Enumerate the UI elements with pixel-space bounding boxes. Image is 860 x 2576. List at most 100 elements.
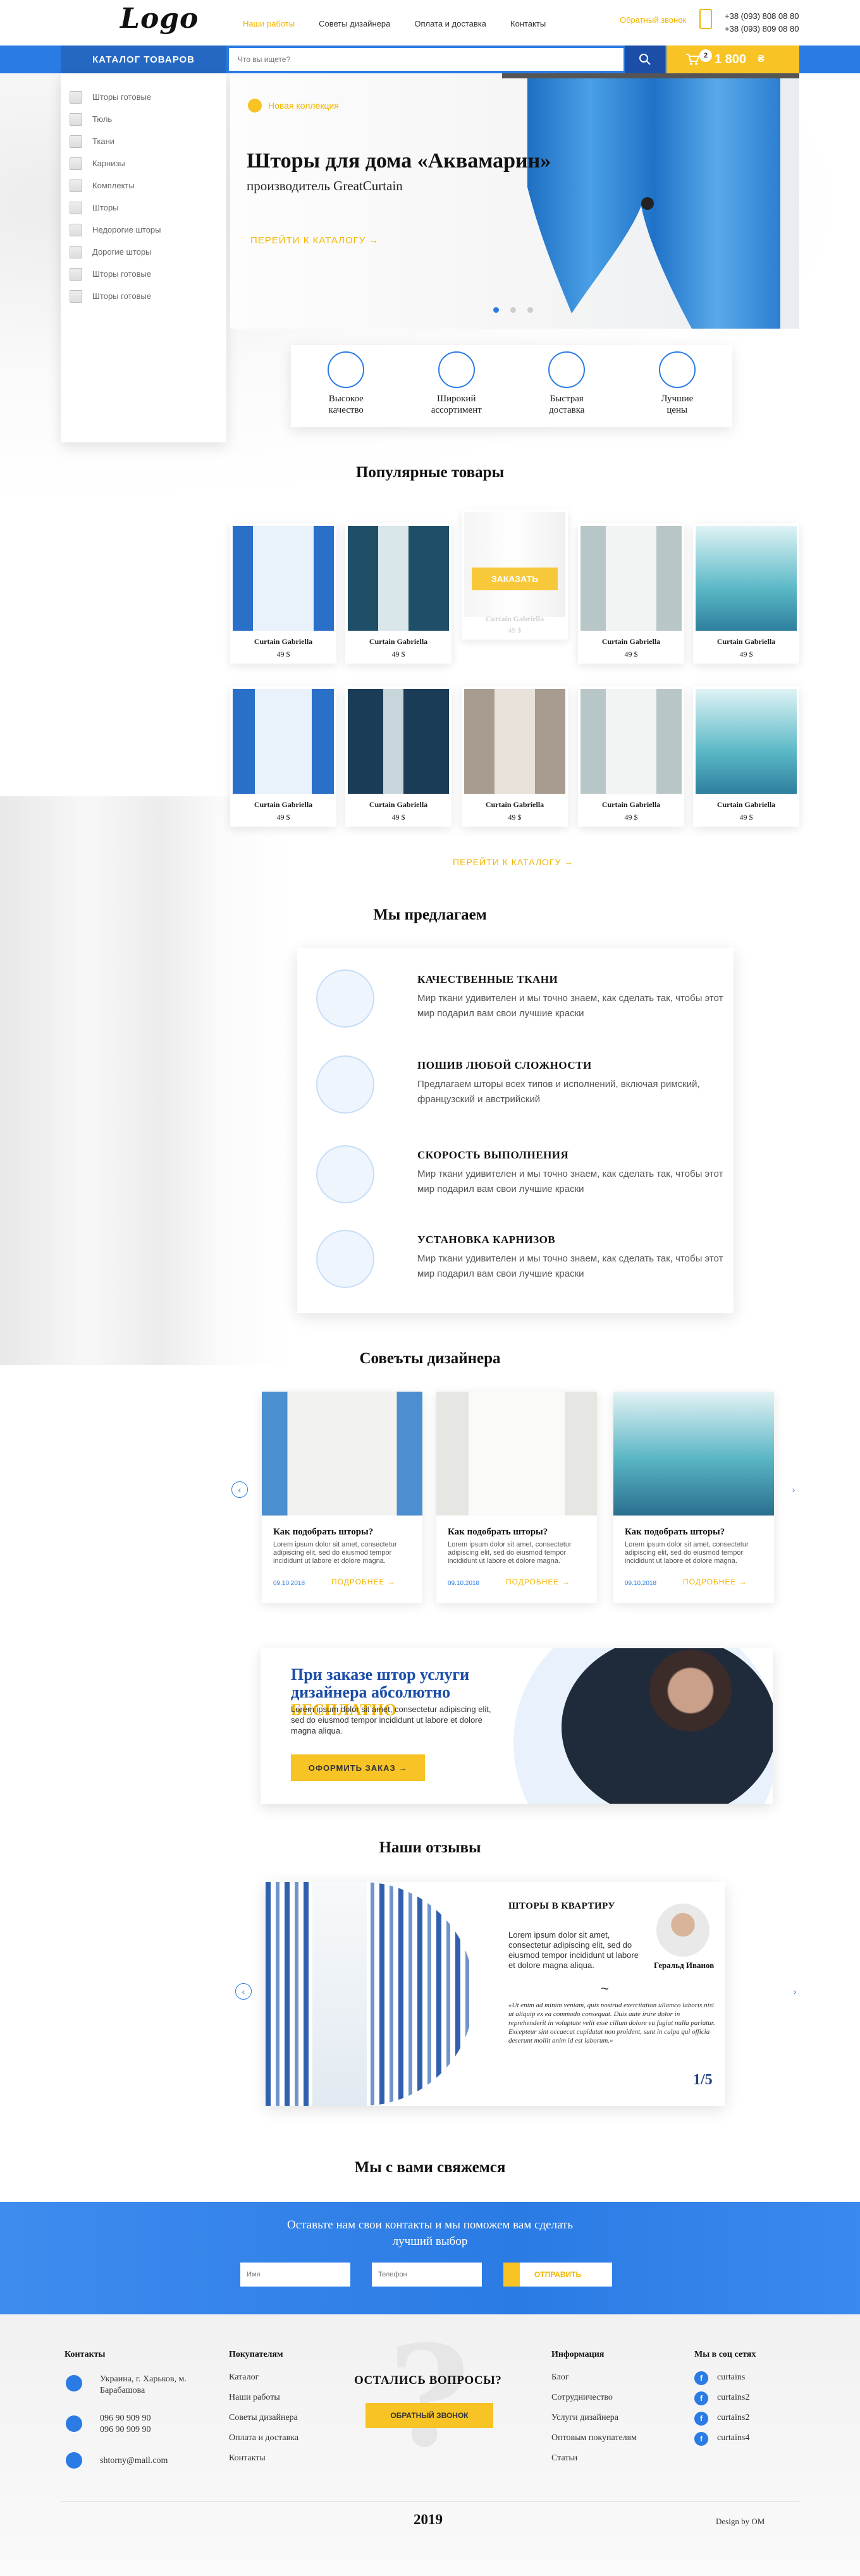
catalog-link[interactable]: ПЕРЕЙТИ К КАТАЛОГУ →: [453, 857, 574, 867]
footer-link[interactable]: Контакты: [229, 2453, 266, 2464]
product-card[interactable]: Curtain Gabriella 49 $: [693, 523, 799, 664]
fabric-icon: [316, 969, 374, 1028]
sidebar-item[interactable]: Шторы готовые: [61, 86, 226, 108]
footer-link[interactable]: Статьи: [551, 2453, 577, 2464]
nav-contacts[interactable]: Контакты: [510, 19, 546, 28]
reviews-next-button[interactable]: ›: [787, 1983, 803, 2000]
facebook-icon[interactable]: f: [694, 2432, 708, 2446]
phone-number-1[interactable]: +38 (093) 808 08 80: [725, 10, 799, 23]
product-card-hover[interactable]: ЗАКАЗАТЬ Curtain Gabriella 49 $: [462, 509, 568, 640]
reviewer-avatar: [656, 1904, 710, 1957]
footer-phone[interactable]: 096 90 909 90: [100, 2424, 151, 2436]
place-order-button[interactable]: ОФОРМИТЬ ЗАКАЗ →: [291, 1754, 425, 1781]
hero-title: Шторы для дома «Аквамарин»: [247, 149, 551, 173]
footer-link[interactable]: Каталог: [229, 2372, 259, 2383]
search-button[interactable]: [625, 46, 665, 73]
nav-our-works[interactable]: Наши работы: [243, 19, 295, 28]
product-card[interactable]: Curtain Gabriella 49 $: [345, 523, 452, 664]
sidebar-item[interactable]: Карнизы: [61, 152, 226, 174]
phone-number-2[interactable]: +38 (093) 809 08 80: [725, 23, 799, 35]
product-card[interactable]: Curtain Gabriella 49 $: [578, 523, 684, 664]
sidebar-item[interactable]: Тюль: [61, 108, 226, 130]
logo[interactable]: Logo: [120, 3, 199, 35]
tip-card[interactable]: Как подобрать шторы? Lorem ipsum dolor s…: [436, 1392, 597, 1603]
footer-link[interactable]: Советы дизайнера: [229, 2413, 298, 2423]
social-link[interactable]: curtains4: [717, 2433, 749, 2443]
product-name: Curtain Gabriella: [254, 800, 313, 809]
sidebar-item[interactable]: Недорогие шторы: [61, 219, 226, 241]
slider-dot[interactable]: [527, 307, 533, 313]
callback-button[interactable]: ОБРАТНЫЙ ЗВОНОК: [366, 2403, 493, 2428]
tip-more-label: ПОДРОБНЕЕ: [331, 1577, 385, 1586]
footer-link[interactable]: Сотрудничество: [551, 2393, 613, 2403]
review-image: [266, 1882, 474, 2106]
social-link[interactable]: curtains: [717, 2372, 745, 2383]
product-card[interactable]: Curtain Gabriella 49 $: [578, 686, 684, 827]
category-icon: [70, 179, 82, 192]
nav-payment-delivery[interactable]: Оплата и доставка: [414, 19, 486, 28]
chevron-left-icon: ‹: [238, 1485, 242, 1495]
product-card[interactable]: Curtain Gabriella 49 $: [345, 686, 452, 827]
address-line: Украина, г. Харьков, м.: [100, 2374, 187, 2384]
slider-dot[interactable]: [510, 307, 516, 313]
send-button[interactable]: ОТПРАВИТЬ: [503, 2263, 612, 2287]
category-icon: [70, 157, 82, 170]
sidebar-item[interactable]: Шторы: [61, 197, 226, 219]
cart-button[interactable]: 2 1 800 ₴: [666, 46, 799, 73]
product-name: Curtain Gabriella: [254, 637, 313, 646]
tip-more-link[interactable]: ПОДРОБНЕЕ →: [506, 1577, 570, 1586]
name-input[interactable]: [240, 2263, 350, 2287]
product-card[interactable]: Curtain Gabriella 49 $: [230, 686, 336, 827]
catalog-button[interactable]: КАТАЛОГ ТОВАРОВ: [61, 46, 226, 73]
footer-link[interactable]: Оптовым покупателям: [551, 2433, 637, 2443]
sidebar-item[interactable]: Шторы готовые: [61, 263, 226, 285]
footer-phone[interactable]: 096 90 909 90: [100, 2413, 151, 2424]
sidebar-item-label: Комплекты: [92, 181, 135, 190]
tip-more-link[interactable]: ПОДРОБНЕЕ →: [683, 1577, 747, 1586]
tip-more-link[interactable]: ПОДРОБНЕЕ →: [331, 1577, 396, 1586]
product-card[interactable]: Curtain Gabriella 49 $: [693, 686, 799, 827]
sidebar-item[interactable]: Дорогие шторы: [61, 241, 226, 263]
product-card[interactable]: Curtain Gabriella 49 $: [462, 686, 568, 827]
phone-icon: [66, 2415, 82, 2432]
tip-card[interactable]: Как подобрать шторы? Lorem ipsum dolor s…: [262, 1392, 422, 1603]
arrow-right-icon: →: [369, 235, 379, 246]
feature-subtitle: качество: [328, 405, 364, 415]
footer-link[interactable]: Наши работы: [229, 2393, 280, 2403]
footer-link[interactable]: Услуги дизайнера: [551, 2413, 618, 2423]
product-name: Curtain Gabriella: [369, 637, 428, 646]
tilde-divider: ~: [601, 1981, 609, 1996]
contact-title: Мы с вами свяжемся: [354, 2159, 506, 2176]
social-link[interactable]: curtains2: [717, 2393, 749, 2403]
category-icon: [70, 267, 82, 281]
callback-link[interactable]: Обратный звонок: [620, 15, 686, 25]
catalog-sidebar: Шторы готовые Тюль Ткани Карнизы Комплек…: [61, 73, 226, 442]
footer-email[interactable]: shtorny@mail.com: [100, 2456, 168, 2466]
facebook-icon[interactable]: f: [694, 2391, 708, 2405]
category-icon: [70, 245, 82, 258]
nav-designer-tips[interactable]: Советы дизайнера: [319, 19, 390, 28]
social-link[interactable]: curtains2: [717, 2413, 749, 2423]
catalog-link-label: ПЕРЕЙТИ К КАТАЛОГУ: [453, 857, 562, 867]
product-price: 49 $: [391, 650, 405, 659]
facebook-icon[interactable]: f: [694, 2412, 708, 2426]
product-card[interactable]: Curtain Gabriella 49 $: [230, 523, 336, 664]
tips-next-button[interactable]: ›: [785, 1481, 802, 1498]
footer-link[interactable]: Блог: [551, 2372, 569, 2383]
sidebar-item[interactable]: Комплекты: [61, 174, 226, 197]
designer-photo: [562, 1648, 773, 1804]
search-input[interactable]: [229, 48, 624, 71]
tip-card[interactable]: Как подобрать шторы? Lorem ipsum dolor s…: [613, 1392, 774, 1603]
footer-link[interactable]: Оплата и доставка: [229, 2433, 298, 2443]
sidebar-item[interactable]: Шторы готовые: [61, 285, 226, 307]
phone-input[interactable]: [372, 2263, 482, 2287]
sidebar-item[interactable]: Ткани: [61, 130, 226, 152]
hero-catalog-link[interactable]: ПЕРЕЙТИ К КАТАЛОГУ →: [250, 235, 379, 246]
product-price: 49 $: [276, 813, 290, 822]
tips-prev-button[interactable]: ‹: [231, 1481, 248, 1498]
reviews-prev-button[interactable]: ‹: [235, 1983, 252, 2000]
product-price: 49 $: [391, 813, 405, 822]
order-button[interactable]: ЗАКАЗАТЬ: [472, 568, 558, 590]
slider-dot[interactable]: [493, 307, 499, 313]
facebook-icon[interactable]: f: [694, 2371, 708, 2385]
